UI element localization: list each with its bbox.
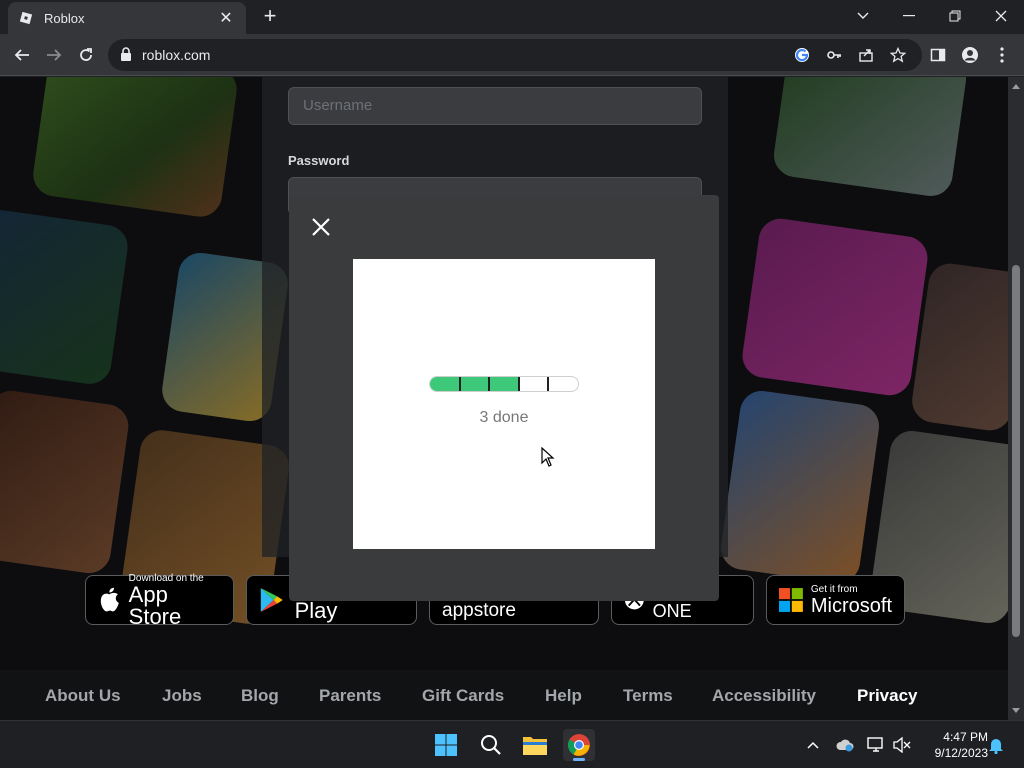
windows-taskbar: 4:47 PM 9/12/2023	[0, 720, 1024, 768]
forward-arrow-icon[interactable]	[42, 43, 66, 67]
side-panel-icon[interactable]	[926, 43, 950, 67]
tray-chevron-up-icon[interactable]	[803, 735, 823, 755]
notification-bell-icon[interactable]	[986, 735, 1006, 755]
volume-muted-icon[interactable]	[892, 735, 912, 755]
footer-link-jobs[interactable]: Jobs	[162, 686, 202, 706]
microsoft-logo-icon	[779, 588, 803, 612]
taskbar-clock[interactable]: 4:47 PM 9/12/2023	[918, 729, 988, 761]
close-icon[interactable]	[309, 215, 333, 239]
clock-date: 9/12/2023	[934, 746, 988, 760]
menu-kebab-icon[interactable]	[990, 43, 1014, 67]
progress-bar	[429, 376, 579, 392]
chrome-taskbar-icon[interactable]	[563, 729, 595, 761]
browser-tab[interactable]: Roblox ✕	[8, 2, 246, 34]
microsoft-store-badge[interactable]: Get it from Microsoft	[766, 575, 905, 625]
mouse-cursor-icon	[541, 447, 555, 467]
close-window-button[interactable]	[978, 0, 1024, 32]
clock-time: 4:47 PM	[943, 730, 988, 744]
minimize-button[interactable]	[886, 0, 932, 32]
back-arrow-icon[interactable]	[10, 43, 34, 67]
footer-link-terms[interactable]: Terms	[623, 686, 673, 706]
scrollbar-thumb[interactable]	[1012, 265, 1020, 637]
share-icon[interactable]	[856, 45, 876, 65]
reload-icon[interactable]	[74, 43, 98, 67]
network-icon[interactable]	[866, 735, 886, 755]
progress-segment-divider	[458, 377, 461, 391]
restore-button[interactable]	[932, 0, 978, 32]
tab-title: Roblox	[44, 10, 85, 26]
browser-titlebar: Roblox ✕ +	[0, 0, 1024, 34]
footer-link-blog[interactable]: Blog	[241, 686, 279, 706]
windows-start-icon[interactable]	[430, 729, 462, 761]
progress-segment-divider	[488, 377, 491, 391]
roblox-page: Username Password Download on the App St…	[0, 77, 1008, 720]
progress-segment-divider	[547, 377, 550, 391]
footer-link-accessibility[interactable]: Accessibility	[712, 686, 816, 706]
bookmark-star-icon[interactable]	[888, 45, 908, 65]
footer-link-about-us[interactable]: About Us	[45, 686, 121, 706]
progress-fill	[430, 377, 519, 391]
roblox-favicon-icon	[18, 10, 34, 26]
scroll-up-icon[interactable]	[1012, 83, 1020, 91]
tab-close-icon[interactable]: ✕	[216, 8, 236, 28]
footer-link-parents[interactable]: Parents	[319, 686, 381, 706]
file-explorer-icon[interactable]	[519, 729, 551, 761]
microsoft-small-text: Get it from	[810, 583, 858, 595]
onedrive-icon[interactable]	[835, 735, 855, 755]
search-icon[interactable]	[475, 729, 507, 761]
lock-icon[interactable]	[120, 47, 132, 66]
tab-search-chevron-icon[interactable]	[840, 0, 886, 32]
address-bar[interactable]: roblox.com	[108, 39, 922, 71]
scroll-down-icon[interactable]	[1012, 706, 1020, 714]
verification-modal: 3 done	[289, 195, 719, 601]
new-tab-button[interactable]: +	[258, 5, 282, 28]
app-store-badge[interactable]: Download on the App Store	[85, 573, 234, 629]
footer: About Us Jobs Blog Parents Gift Cards He…	[0, 670, 1008, 720]
app-store-big-text: App Store	[128, 581, 182, 629]
profile-icon[interactable]	[958, 43, 982, 67]
progress-segment-divider	[517, 377, 520, 391]
page-scrollbar[interactable]	[1008, 77, 1024, 720]
key-icon[interactable]	[824, 45, 844, 65]
challenge-frame: 3 done	[353, 259, 655, 549]
footer-link-help[interactable]: Help	[545, 686, 582, 706]
footer-link-privacy[interactable]: Privacy	[857, 686, 918, 706]
apple-icon	[100, 587, 119, 612]
microsoft-big-text: Microsoft	[810, 594, 892, 617]
url-text: roblox.com	[142, 47, 211, 63]
password-label: Password	[288, 153, 350, 168]
google-icon[interactable]	[792, 45, 812, 65]
progress-label: 3 done	[479, 409, 529, 426]
footer-link-gift-cards[interactable]: Gift Cards	[422, 686, 504, 706]
browser-toolbar: roblox.com	[0, 34, 1024, 76]
google-play-icon	[260, 588, 283, 612]
username-input[interactable]: Username	[288, 87, 702, 125]
